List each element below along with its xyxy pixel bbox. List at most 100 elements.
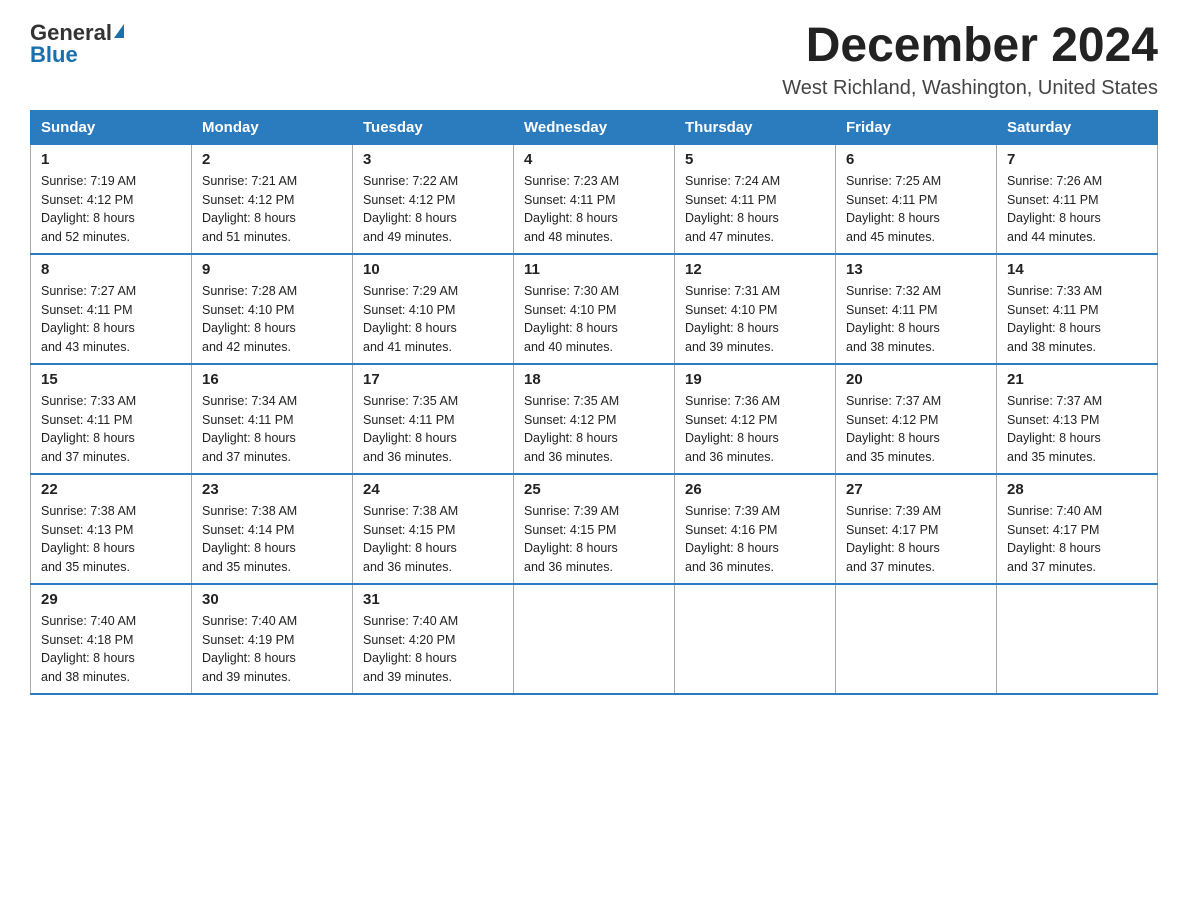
calendar-cell: 28 Sunrise: 7:40 AM Sunset: 4:17 PM Dayl… (997, 474, 1158, 584)
col-tuesday: Tuesday (353, 110, 514, 144)
day-details: Sunrise: 7:40 AM Sunset: 4:18 PM Dayligh… (41, 612, 181, 687)
calendar-table: Sunday Monday Tuesday Wednesday Thursday… (30, 110, 1158, 695)
day-details: Sunrise: 7:26 AM Sunset: 4:11 PM Dayligh… (1007, 172, 1147, 247)
header-row: Sunday Monday Tuesday Wednesday Thursday… (31, 110, 1158, 144)
calendar-cell: 4 Sunrise: 7:23 AM Sunset: 4:11 PM Dayli… (514, 144, 675, 254)
calendar-cell: 24 Sunrise: 7:38 AM Sunset: 4:15 PM Dayl… (353, 474, 514, 584)
day-number: 26 (685, 481, 825, 498)
calendar-cell: 19 Sunrise: 7:36 AM Sunset: 4:12 PM Dayl… (675, 364, 836, 474)
day-number: 12 (685, 261, 825, 278)
day-details: Sunrise: 7:38 AM Sunset: 4:14 PM Dayligh… (202, 502, 342, 577)
day-details: Sunrise: 7:35 AM Sunset: 4:11 PM Dayligh… (363, 392, 503, 467)
calendar-cell: 11 Sunrise: 7:30 AM Sunset: 4:10 PM Dayl… (514, 254, 675, 364)
calendar-cell: 22 Sunrise: 7:38 AM Sunset: 4:13 PM Dayl… (31, 474, 192, 584)
col-thursday: Thursday (675, 110, 836, 144)
calendar-cell: 18 Sunrise: 7:35 AM Sunset: 4:12 PM Dayl… (514, 364, 675, 474)
calendar-week-row: 15 Sunrise: 7:33 AM Sunset: 4:11 PM Dayl… (31, 364, 1158, 474)
day-number: 6 (846, 151, 986, 168)
col-friday: Friday (836, 110, 997, 144)
day-number: 10 (363, 261, 503, 278)
calendar-cell: 13 Sunrise: 7:32 AM Sunset: 4:11 PM Dayl… (836, 254, 997, 364)
day-details: Sunrise: 7:29 AM Sunset: 4:10 PM Dayligh… (363, 282, 503, 357)
calendar-cell: 5 Sunrise: 7:24 AM Sunset: 4:11 PM Dayli… (675, 144, 836, 254)
day-number: 20 (846, 371, 986, 388)
day-number: 19 (685, 371, 825, 388)
day-number: 7 (1007, 151, 1147, 168)
calendar-cell: 29 Sunrise: 7:40 AM Sunset: 4:18 PM Dayl… (31, 584, 192, 694)
calendar-cell: 9 Sunrise: 7:28 AM Sunset: 4:10 PM Dayli… (192, 254, 353, 364)
day-number: 21 (1007, 371, 1147, 388)
calendar-cell (836, 584, 997, 694)
day-number: 1 (41, 151, 181, 168)
day-number: 2 (202, 151, 342, 168)
day-number: 11 (524, 261, 664, 278)
calendar-cell: 31 Sunrise: 7:40 AM Sunset: 4:20 PM Dayl… (353, 584, 514, 694)
col-sunday: Sunday (31, 110, 192, 144)
calendar-cell: 20 Sunrise: 7:37 AM Sunset: 4:12 PM Dayl… (836, 364, 997, 474)
day-number: 13 (846, 261, 986, 278)
day-number: 29 (41, 591, 181, 608)
col-saturday: Saturday (997, 110, 1158, 144)
calendar-cell: 12 Sunrise: 7:31 AM Sunset: 4:10 PM Dayl… (675, 254, 836, 364)
calendar-cell: 21 Sunrise: 7:37 AM Sunset: 4:13 PM Dayl… (997, 364, 1158, 474)
calendar-cell: 30 Sunrise: 7:40 AM Sunset: 4:19 PM Dayl… (192, 584, 353, 694)
day-number: 18 (524, 371, 664, 388)
calendar-cell: 23 Sunrise: 7:38 AM Sunset: 4:14 PM Dayl… (192, 474, 353, 584)
calendar-header: Sunday Monday Tuesday Wednesday Thursday… (31, 110, 1158, 144)
day-number: 22 (41, 481, 181, 498)
calendar-cell: 8 Sunrise: 7:27 AM Sunset: 4:11 PM Dayli… (31, 254, 192, 364)
day-details: Sunrise: 7:33 AM Sunset: 4:11 PM Dayligh… (41, 392, 181, 467)
calendar-cell: 15 Sunrise: 7:33 AM Sunset: 4:11 PM Dayl… (31, 364, 192, 474)
day-details: Sunrise: 7:28 AM Sunset: 4:10 PM Dayligh… (202, 282, 342, 357)
day-details: Sunrise: 7:38 AM Sunset: 4:13 PM Dayligh… (41, 502, 181, 577)
month-year-title: December 2024 (782, 20, 1158, 73)
day-details: Sunrise: 7:23 AM Sunset: 4:11 PM Dayligh… (524, 172, 664, 247)
day-details: Sunrise: 7:31 AM Sunset: 4:10 PM Dayligh… (685, 282, 825, 357)
day-number: 30 (202, 591, 342, 608)
calendar-cell (514, 584, 675, 694)
day-number: 28 (1007, 481, 1147, 498)
day-number: 9 (202, 261, 342, 278)
day-number: 24 (363, 481, 503, 498)
day-details: Sunrise: 7:40 AM Sunset: 4:19 PM Dayligh… (202, 612, 342, 687)
calendar-cell: 27 Sunrise: 7:39 AM Sunset: 4:17 PM Dayl… (836, 474, 997, 584)
calendar-week-row: 8 Sunrise: 7:27 AM Sunset: 4:11 PM Dayli… (31, 254, 1158, 364)
calendar-week-row: 1 Sunrise: 7:19 AM Sunset: 4:12 PM Dayli… (31, 144, 1158, 254)
calendar-cell (997, 584, 1158, 694)
day-details: Sunrise: 7:34 AM Sunset: 4:11 PM Dayligh… (202, 392, 342, 467)
calendar-cell: 17 Sunrise: 7:35 AM Sunset: 4:11 PM Dayl… (353, 364, 514, 474)
day-number: 27 (846, 481, 986, 498)
day-details: Sunrise: 7:27 AM Sunset: 4:11 PM Dayligh… (41, 282, 181, 357)
day-number: 25 (524, 481, 664, 498)
day-details: Sunrise: 7:37 AM Sunset: 4:12 PM Dayligh… (846, 392, 986, 467)
day-details: Sunrise: 7:32 AM Sunset: 4:11 PM Dayligh… (846, 282, 986, 357)
day-details: Sunrise: 7:33 AM Sunset: 4:11 PM Dayligh… (1007, 282, 1147, 357)
col-monday: Monday (192, 110, 353, 144)
calendar-cell: 1 Sunrise: 7:19 AM Sunset: 4:12 PM Dayli… (31, 144, 192, 254)
day-number: 8 (41, 261, 181, 278)
calendar-body: 1 Sunrise: 7:19 AM Sunset: 4:12 PM Dayli… (31, 144, 1158, 694)
calendar-cell: 6 Sunrise: 7:25 AM Sunset: 4:11 PM Dayli… (836, 144, 997, 254)
day-details: Sunrise: 7:39 AM Sunset: 4:17 PM Dayligh… (846, 502, 986, 577)
calendar-cell: 2 Sunrise: 7:21 AM Sunset: 4:12 PM Dayli… (192, 144, 353, 254)
title-block: December 2024 West Richland, Washington,… (782, 20, 1158, 100)
day-number: 5 (685, 151, 825, 168)
day-details: Sunrise: 7:40 AM Sunset: 4:20 PM Dayligh… (363, 612, 503, 687)
calendar-cell: 7 Sunrise: 7:26 AM Sunset: 4:11 PM Dayli… (997, 144, 1158, 254)
day-details: Sunrise: 7:35 AM Sunset: 4:12 PM Dayligh… (524, 392, 664, 467)
day-number: 16 (202, 371, 342, 388)
calendar-cell: 10 Sunrise: 7:29 AM Sunset: 4:10 PM Dayl… (353, 254, 514, 364)
day-details: Sunrise: 7:30 AM Sunset: 4:10 PM Dayligh… (524, 282, 664, 357)
calendar-cell: 3 Sunrise: 7:22 AM Sunset: 4:12 PM Dayli… (353, 144, 514, 254)
day-details: Sunrise: 7:38 AM Sunset: 4:15 PM Dayligh… (363, 502, 503, 577)
calendar-week-row: 29 Sunrise: 7:40 AM Sunset: 4:18 PM Dayl… (31, 584, 1158, 694)
day-number: 23 (202, 481, 342, 498)
calendar-cell: 25 Sunrise: 7:39 AM Sunset: 4:15 PM Dayl… (514, 474, 675, 584)
day-details: Sunrise: 7:25 AM Sunset: 4:11 PM Dayligh… (846, 172, 986, 247)
day-details: Sunrise: 7:22 AM Sunset: 4:12 PM Dayligh… (363, 172, 503, 247)
calendar-cell: 16 Sunrise: 7:34 AM Sunset: 4:11 PM Dayl… (192, 364, 353, 474)
day-details: Sunrise: 7:39 AM Sunset: 4:15 PM Dayligh… (524, 502, 664, 577)
day-details: Sunrise: 7:21 AM Sunset: 4:12 PM Dayligh… (202, 172, 342, 247)
calendar-cell (675, 584, 836, 694)
day-details: Sunrise: 7:40 AM Sunset: 4:17 PM Dayligh… (1007, 502, 1147, 577)
